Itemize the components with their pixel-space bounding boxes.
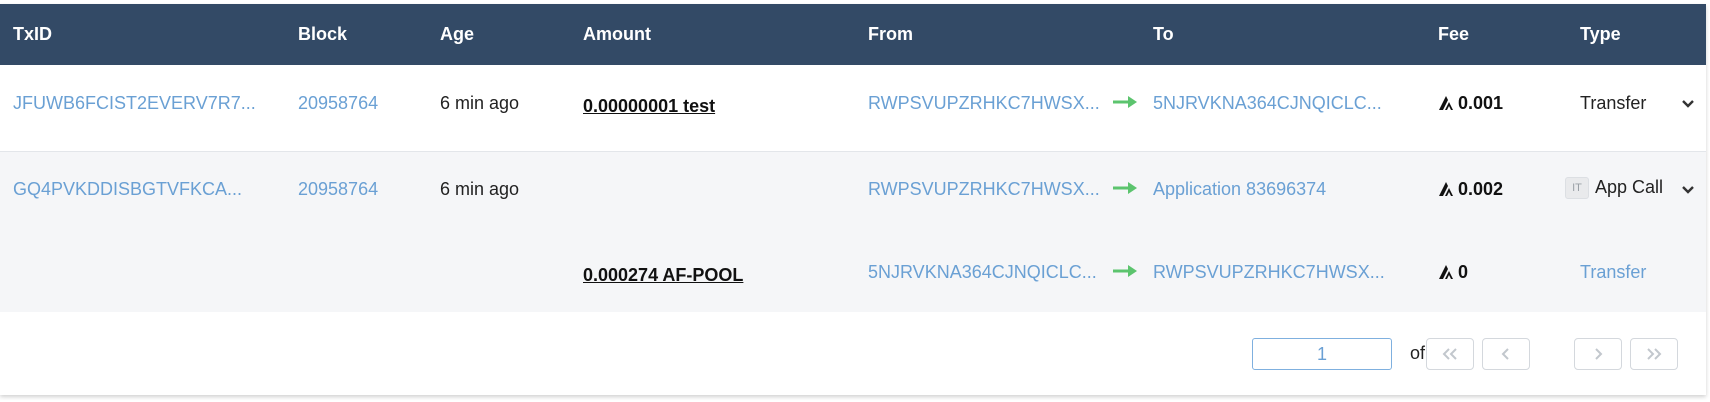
- algorand-icon: [1439, 265, 1453, 279]
- table-row[interactable]: JFUWB6FCIST2EVERV7R7... 20958764 6 min a…: [0, 65, 1706, 152]
- header-amount: Amount: [583, 24, 651, 44]
- from-link[interactable]: RWPSVUPZRHKC7HWSX...: [868, 179, 1100, 200]
- from-link[interactable]: RWPSVUPZRHKC7HWSX...: [868, 93, 1100, 114]
- header-fee: Fee: [1438, 24, 1470, 44]
- fee-amount: 0.001: [1458, 93, 1504, 113]
- inner-txn-badge: IT: [1565, 177, 1589, 199]
- chevron-down-icon[interactable]: [1681, 99, 1695, 109]
- block-link[interactable]: 20958764: [298, 93, 378, 114]
- inner-fee-amount: 0: [1458, 262, 1469, 282]
- chevron-right-icon: [1595, 348, 1603, 360]
- fee-value: 0.002: [1438, 179, 1503, 200]
- header-from: From: [868, 24, 913, 44]
- next-page-button[interactable]: [1574, 338, 1622, 370]
- header-txid: TxID: [13, 24, 53, 44]
- header-type: Type: [1580, 24, 1621, 44]
- txid-link[interactable]: GQ4PVKDDISBGTVFKCA...: [13, 179, 242, 200]
- type-label: Transfer: [1580, 93, 1647, 113]
- inner-to-link[interactable]: RWPSVUPZRHKC7HWSX...: [1153, 262, 1385, 283]
- first-page-button[interactable]: [1426, 338, 1474, 370]
- type-text: App Call: [1595, 177, 1664, 197]
- header-age: Age: [440, 24, 475, 44]
- double-chevron-left-icon: [1442, 348, 1457, 360]
- block-link[interactable]: 20958764: [298, 179, 378, 200]
- table-header: TxID Block Age Amount From To Fee Type: [0, 4, 1706, 65]
- arrow-right-icon: [1113, 182, 1137, 194]
- chevron-left-icon: [1501, 348, 1509, 360]
- algorand-icon: [1439, 96, 1453, 110]
- pagination: of 1: [0, 312, 1706, 395]
- age-text: 6 min ago: [440, 179, 520, 199]
- header-to: To: [1153, 24, 1174, 44]
- inner-amount-link[interactable]: 0.000274 AF-POOL: [583, 265, 743, 286]
- age-text: 6 min ago: [440, 93, 520, 113]
- type-label: IT App Call: [1565, 177, 1663, 199]
- double-chevron-right-icon: [1647, 348, 1662, 360]
- chevron-down-icon[interactable]: [1681, 185, 1695, 195]
- transactions-table: TxID Block Age Amount From To Fee Type J…: [0, 4, 1706, 395]
- to-link[interactable]: 5NJRVKNA364CJNQICLC...: [1153, 93, 1382, 114]
- inner-type-label: Transfer: [1580, 262, 1647, 282]
- amount-link[interactable]: 0.00000001 test: [583, 96, 715, 117]
- to-link[interactable]: Application 83696374: [1153, 179, 1326, 200]
- algorand-icon: [1439, 182, 1453, 196]
- previous-page-button[interactable]: [1482, 338, 1530, 370]
- arrow-right-icon: [1113, 265, 1137, 277]
- header-block: Block: [298, 24, 348, 44]
- arrow-right-icon: [1113, 96, 1137, 108]
- fee-value: 0.001: [1438, 93, 1503, 114]
- txid-link[interactable]: JFUWB6FCIST2EVERV7R7...: [13, 93, 256, 114]
- page-number-input[interactable]: [1252, 338, 1392, 370]
- fee-amount: 0.002: [1458, 179, 1504, 199]
- last-page-button[interactable]: [1630, 338, 1678, 370]
- inner-fee-value: 0: [1438, 262, 1468, 283]
- inner-from-link[interactable]: 5NJRVKNA364CJNQICLC...: [868, 262, 1097, 283]
- table-row[interactable]: GQ4PVKDDISBGTVFKCA... 20958764 6 min ago…: [0, 152, 1706, 312]
